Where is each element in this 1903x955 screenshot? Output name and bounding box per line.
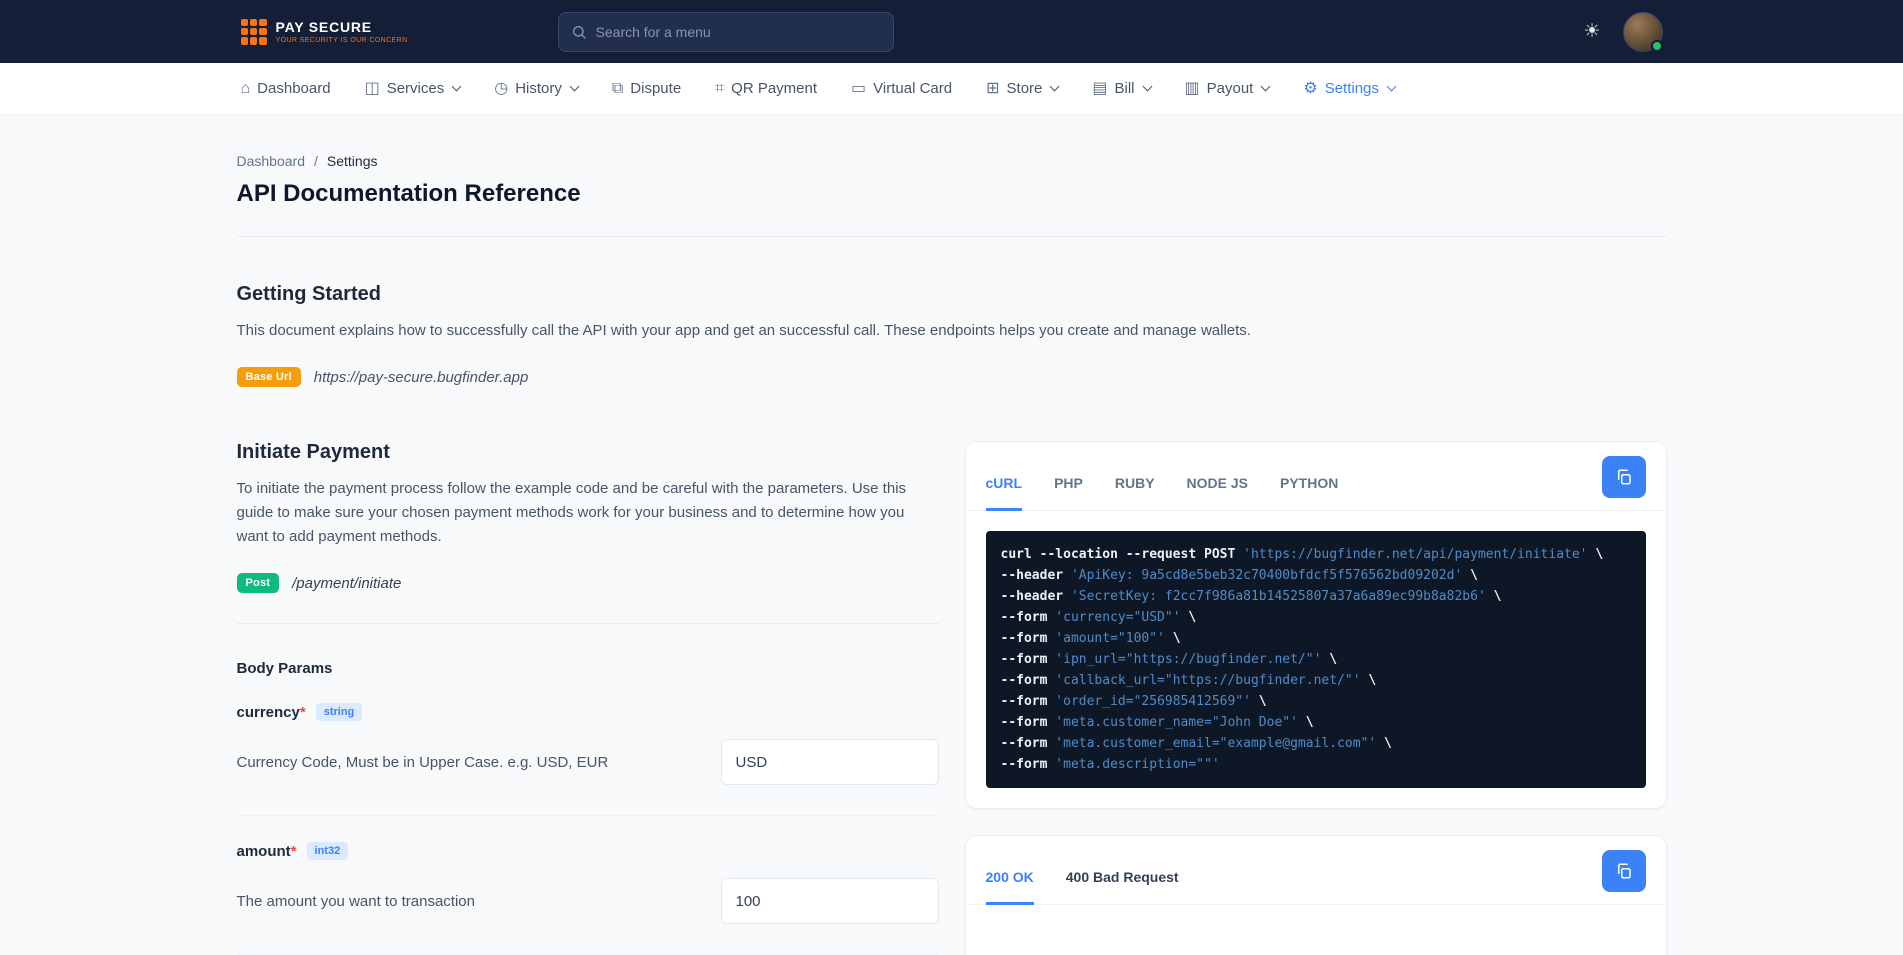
- nav-label: Dashboard: [257, 80, 331, 97]
- code-language-tabs: cURL PHP RUBY NODE JS PYTHON: [985, 461, 1602, 511]
- search-icon: [571, 24, 587, 40]
- initiate-payment-section: Initiate Payment To initiate the payment…: [236, 441, 939, 955]
- qr-code-icon: ⌗: [715, 79, 725, 97]
- chevron-down-icon: [1260, 81, 1271, 92]
- nav-label: Store: [1006, 80, 1043, 97]
- copy-code-button[interactable]: [1601, 456, 1646, 498]
- nav-label: QR Payment: [731, 80, 818, 97]
- param-type-badge: string: [315, 703, 363, 721]
- nav-label: Dispute: [630, 80, 682, 97]
- response-status-tabs: 200 OK 400 Bad Request: [985, 855, 1602, 905]
- nav-item-store[interactable]: ⊞ Store: [986, 79, 1060, 97]
- store-icon: ⊞: [986, 79, 1000, 97]
- getting-started-heading: Getting Started: [236, 283, 381, 305]
- clipboard-icon: [1615, 862, 1633, 880]
- breadcrumb-dashboard-link[interactable]: Dashboard: [237, 153, 306, 169]
- divider: [236, 623, 939, 624]
- required-asterisk: *: [299, 703, 306, 721]
- theme-toggle-sun-icon[interactable]: ☀: [1583, 22, 1600, 41]
- body-params-heading: Body Params: [236, 660, 333, 677]
- param-name: currency*: [236, 703, 306, 721]
- tab-200-ok[interactable]: 200 OK: [985, 855, 1034, 905]
- request-code-card: cURL PHP RUBY NODE JS PYTHON curl --loca…: [964, 441, 1667, 809]
- copy-response-button[interactable]: [1601, 850, 1646, 892]
- tab-php[interactable]: PHP: [1054, 461, 1083, 511]
- home-icon: ⌂: [240, 79, 251, 97]
- tab-400-bad-request[interactable]: 400 Bad Request: [1066, 855, 1179, 905]
- nav-item-dispute[interactable]: ⧉ Dispute: [612, 80, 681, 97]
- breadcrumb: Dashboard / Settings: [237, 153, 1667, 169]
- chevron-down-icon: [1386, 81, 1397, 92]
- initiate-payment-body: To initiate the payment process follow t…: [236, 480, 907, 545]
- logo[interactable]: Pay Secure Your security is our concern: [240, 18, 408, 45]
- logo-text: Pay Secure Your security is our concern: [276, 19, 408, 44]
- chevron-down-icon: [1049, 81, 1060, 92]
- param-name: amount*: [236, 842, 297, 860]
- page-title: API Documentation Reference: [236, 180, 581, 207]
- base-url-link[interactable]: https://pay-secure.bugfinder.app: [314, 369, 529, 386]
- breadcrumb-separator: /: [314, 153, 318, 169]
- code-column: cURL PHP RUBY NODE JS PYTHON curl --loca…: [964, 441, 1667, 955]
- amount-input[interactable]: [720, 878, 939, 924]
- chevron-down-icon: [569, 81, 580, 92]
- clock-icon: ◷: [494, 79, 509, 97]
- tab-curl[interactable]: cURL: [985, 461, 1023, 511]
- nav-label: Settings: [1324, 80, 1379, 97]
- grid-icon: ◫: [364, 79, 380, 97]
- param-row-amount: amount* int32 The amount you want to tra…: [237, 842, 939, 924]
- nav-item-dashboard[interactable]: ⌂ Dashboard: [241, 80, 331, 97]
- logo-tagline: Your security is our concern: [275, 37, 408, 44]
- endpoint-path: /payment/initiate: [292, 574, 402, 592]
- logo-grid-icon: [240, 18, 267, 45]
- dispute-icon: ⧉: [611, 79, 624, 97]
- nav-item-services[interactable]: ◫ Services: [364, 79, 462, 97]
- search-bar[interactable]: [557, 11, 894, 52]
- avatar[interactable]: [1622, 11, 1663, 52]
- nav-item-settings[interactable]: ⚙ Settings: [1303, 79, 1397, 97]
- main-nav: ⌂ Dashboard ◫ Services ◷ History ⧉ Dispu…: [0, 63, 1903, 115]
- divider: [236, 236, 1667, 237]
- online-status-dot: [1650, 39, 1663, 52]
- payout-icon: ▥: [1184, 79, 1200, 97]
- nav-label: History: [515, 80, 562, 97]
- param-description: Currency Code, Must be in Upper Case. e.…: [236, 753, 609, 771]
- tab-python[interactable]: PYTHON: [1280, 461, 1338, 511]
- chevron-down-icon: [1142, 81, 1152, 92]
- getting-started-section: Getting Started This document explains h…: [236, 283, 1667, 387]
- chevron-down-icon: [451, 81, 462, 92]
- tab-ruby[interactable]: RUBY: [1115, 461, 1155, 511]
- currency-input[interactable]: [720, 739, 939, 785]
- getting-started-body: This document explains how to successful…: [236, 322, 1251, 339]
- page-content: Dashboard / Settings API Documentation R…: [236, 115, 1667, 955]
- required-asterisk: *: [290, 842, 297, 860]
- breadcrumb-current: Settings: [326, 153, 378, 169]
- http-method-badge: Post: [236, 573, 280, 593]
- param-type-badge: int32: [306, 842, 349, 860]
- nav-label: Services: [386, 80, 445, 97]
- nav-label: Virtual Card: [873, 80, 953, 97]
- nav-item-bill[interactable]: ▤ Bill: [1092, 79, 1152, 97]
- tab-nodejs[interactable]: NODE JS: [1187, 461, 1248, 511]
- base-url-badge: Base Url: [236, 367, 301, 387]
- param-description: The amount you want to transaction: [236, 892, 475, 910]
- nav-item-history[interactable]: ◷ History: [494, 79, 580, 97]
- bill-icon: ▤: [1092, 79, 1108, 97]
- divider: [236, 815, 939, 816]
- topbar: Pay Secure Your security is our concern …: [0, 0, 1903, 63]
- nav-label: Payout: [1206, 80, 1254, 97]
- credit-card-icon: ▭: [851, 79, 867, 97]
- initiate-payment-heading: Initiate Payment: [236, 441, 390, 463]
- nav-item-virtual-card[interactable]: ▭ Virtual Card: [851, 80, 952, 97]
- clipboard-icon: [1615, 468, 1633, 486]
- gear-icon: ⚙: [1303, 79, 1318, 97]
- param-row-currency: currency* string Currency Code, Must be …: [237, 703, 939, 785]
- response-body: [966, 905, 1666, 955]
- code-block: curl --location --request POST 'https://…: [985, 531, 1646, 788]
- search-input[interactable]: [595, 23, 881, 40]
- response-card: 200 OK 400 Bad Request: [964, 835, 1667, 955]
- nav-item-qr-payment[interactable]: ⌗ QR Payment: [715, 80, 817, 97]
- nav-item-payout[interactable]: ▥ Payout: [1184, 79, 1271, 97]
- logo-title: Pay Secure: [275, 19, 372, 35]
- nav-label: Bill: [1114, 80, 1135, 97]
